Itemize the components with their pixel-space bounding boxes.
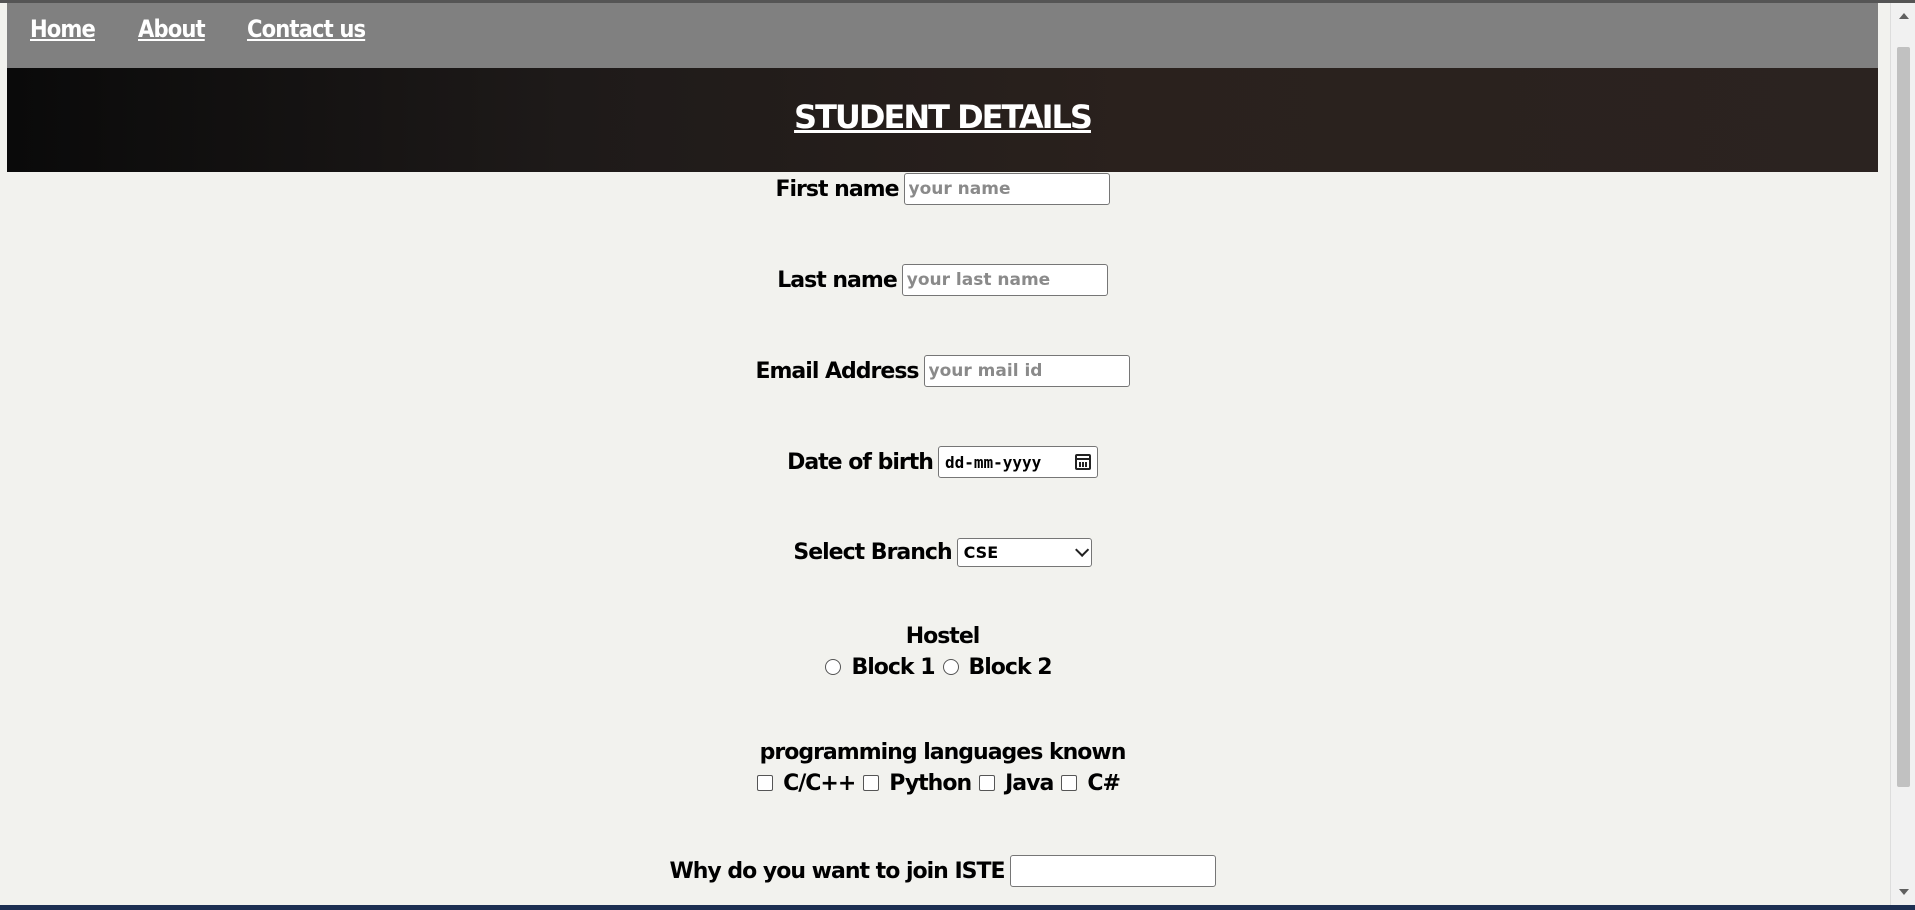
student-form: First name Last name Email Address Date … (7, 172, 1878, 905)
scroll-up-icon[interactable] (1899, 13, 1909, 19)
language-option-csharp[interactable]: C# (1061, 770, 1121, 796)
hostel-option-label: Block 1 (851, 654, 935, 680)
why-join-label: Why do you want to join ISTE (669, 858, 1005, 884)
scroll-down-icon[interactable] (1899, 889, 1909, 895)
dob-label: Date of birth (787, 449, 934, 475)
language-checkbox-cpp[interactable] (757, 775, 774, 791)
branch-select[interactable]: CSE (956, 537, 1092, 567)
language-checkbox-java[interactable] (979, 775, 996, 791)
page: Home About Contact us STUDENT DETAILS Fi… (0, 0, 1915, 905)
hostel-options: Block 1 Block 2 (7, 652, 1878, 682)
language-option-label: Java (1005, 770, 1054, 796)
vertical-scrollbar[interactable] (1890, 3, 1915, 905)
first-name-row: First name (7, 172, 1878, 206)
branch-selected-value: CSE (963, 542, 999, 562)
languages-options: C/C++ Python Java C# (7, 768, 1878, 798)
taskbar-edge (0, 905, 1915, 910)
first-name-input[interactable] (903, 173, 1110, 205)
language-option-label: Python (889, 770, 972, 796)
language-option-cpp[interactable]: C/C++ (757, 770, 856, 796)
why-join-row: Why do you want to join ISTE (7, 854, 1878, 888)
languages-label: programming languages known (759, 740, 1127, 765)
dob-value: dd-mm-yyyy (944, 452, 1042, 472)
nav-link-home[interactable]: Home (30, 15, 96, 43)
dob-input[interactable]: dd-mm-yyyy (937, 446, 1098, 478)
language-option-label: C# (1087, 770, 1121, 796)
language-checkbox-csharp[interactable] (1061, 775, 1078, 791)
hostel-radio-block1[interactable] (825, 659, 842, 675)
page-header: STUDENT DETAILS (7, 68, 1878, 172)
scrollbar-thumb[interactable] (1897, 47, 1910, 787)
last-name-label: Last name (777, 267, 897, 293)
email-row: Email Address (7, 354, 1878, 388)
page-title: STUDENT DETAILS (794, 98, 1093, 136)
nav-link-about[interactable]: About (138, 15, 206, 43)
last-name-row: Last name (7, 263, 1878, 297)
hostel-option-block2[interactable]: Block 2 (942, 654, 1053, 680)
navbar: Home About Contact us (7, 3, 1878, 68)
email-label: Email Address (755, 358, 919, 384)
nav-link-contact[interactable]: Contact us (247, 15, 366, 43)
email-input[interactable] (923, 355, 1130, 387)
language-option-python[interactable]: Python (863, 770, 972, 796)
branch-row: Select Branch CSE (7, 535, 1878, 569)
language-option-label: C/C++ (783, 770, 856, 796)
language-option-java[interactable]: Java (979, 770, 1054, 796)
hostel-option-label: Block 2 (968, 654, 1053, 680)
first-name-label: First name (775, 176, 899, 202)
chevron-down-icon (1074, 542, 1089, 557)
hostel-label: Hostel (905, 624, 981, 649)
branch-label: Select Branch (793, 539, 952, 565)
calendar-icon[interactable] (1074, 454, 1091, 470)
language-checkbox-python[interactable] (863, 775, 880, 791)
why-join-input[interactable] (1009, 855, 1216, 887)
hostel-option-block1[interactable]: Block 1 (825, 654, 936, 680)
last-name-input[interactable] (901, 264, 1108, 296)
dob-row: Date of birth dd-mm-yyyy (7, 445, 1878, 479)
hostel-radio-block2[interactable] (942, 659, 959, 675)
